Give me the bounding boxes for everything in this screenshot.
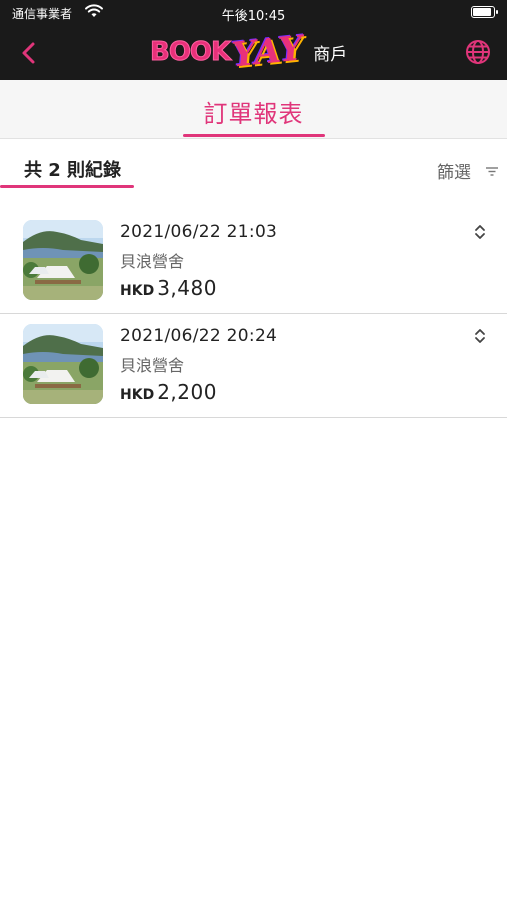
record-amount: HKD 3,480 bbox=[120, 276, 217, 300]
record-amount: HKD 2,200 bbox=[120, 380, 217, 404]
record-amount-value: 2,200 bbox=[157, 380, 217, 404]
page-title[interactable]: 訂單報表 bbox=[0, 94, 507, 129]
record-currency: HKD bbox=[120, 283, 155, 299]
record-place: 貝浪營舍 bbox=[120, 252, 185, 271]
battery-icon bbox=[471, 6, 498, 18]
record-count: 共 2 則紀錄 bbox=[24, 160, 122, 181]
records-list: 2021/06/22 21:03 貝浪營舍 HKD 3,480 2021/06/… bbox=[0, 210, 507, 418]
expand-toggle-icon[interactable] bbox=[473, 326, 487, 346]
record-datetime: 2021/06/22 20:24 bbox=[120, 326, 278, 346]
logo-yay-text: YAY bbox=[230, 28, 306, 76]
record-currency: HKD bbox=[120, 387, 155, 403]
nav-bar: BOOK YAY 商戶 bbox=[0, 26, 507, 80]
campsite-thumbnail bbox=[23, 220, 103, 300]
record-row[interactable]: 2021/06/22 21:03 貝浪營舍 HKD 3,480 bbox=[0, 210, 507, 314]
record-count-underline bbox=[0, 185, 134, 188]
active-tab-indicator bbox=[183, 134, 325, 137]
status-bar: 通信事業者 午後10:45 bbox=[0, 0, 507, 26]
record-amount-value: 3,480 bbox=[157, 276, 217, 300]
filter-button[interactable]: 篩選 bbox=[437, 158, 499, 183]
logo-subtitle: 商戶 bbox=[313, 44, 348, 65]
expand-toggle-icon[interactable] bbox=[473, 222, 487, 242]
filter-label: 篩選 bbox=[437, 163, 471, 183]
app-screen: 通信事業者 午後10:45 BOOK YAY 商戶 訂單報表 共 2 則紀錄 篩… bbox=[0, 0, 507, 900]
summary-row: 共 2 則紀錄 篩選 bbox=[0, 140, 507, 192]
page-tab-bar: 訂單報表 bbox=[0, 80, 507, 139]
record-row[interactable]: 2021/06/22 20:24 貝浪營舍 HKD 2,200 bbox=[0, 314, 507, 418]
chevron-left-icon bbox=[22, 42, 35, 64]
logo-book-text: BOOK bbox=[149, 37, 231, 68]
language-globe-button[interactable] bbox=[465, 39, 491, 65]
campsite-thumbnail bbox=[23, 324, 103, 404]
filter-icon bbox=[486, 166, 498, 176]
globe-icon bbox=[466, 40, 490, 64]
back-button[interactable] bbox=[12, 36, 46, 70]
record-datetime: 2021/06/22 21:03 bbox=[120, 222, 278, 242]
top-header: 通信事業者 午後10:45 BOOK YAY 商戶 bbox=[0, 0, 507, 80]
app-logo: BOOK YAY 商戶 bbox=[149, 28, 348, 75]
status-time: 午後10:45 bbox=[221, 9, 286, 24]
record-place: 貝浪營舍 bbox=[120, 356, 185, 375]
